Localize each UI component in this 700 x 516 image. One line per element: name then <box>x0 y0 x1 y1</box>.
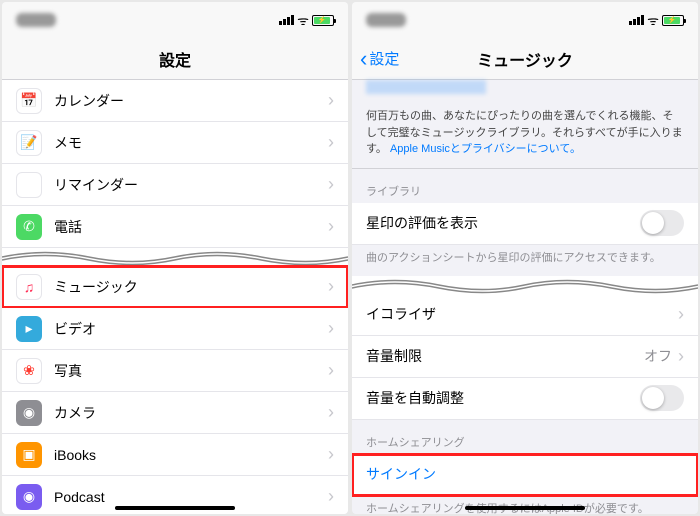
chevron-right-icon: › <box>328 174 334 195</box>
chevron-left-icon: ‹ <box>360 46 367 72</box>
row-label: イコライザ <box>366 304 678 324</box>
chevron-right-icon: › <box>328 318 334 339</box>
footer-text: 曲のアクションシートから星印の評価にアクセスできます。 <box>352 245 698 276</box>
row-label: 星印の評価を表示 <box>366 213 640 233</box>
battery-icon: ⚡ <box>662 15 684 26</box>
app-icon: 📝 <box>16 130 42 156</box>
row-label: 音量を自動調整 <box>366 388 640 408</box>
equalizer-row[interactable]: イコライザ › <box>352 294 698 336</box>
chevron-right-icon: › <box>328 90 334 111</box>
row-label: iBooks <box>54 447 328 463</box>
settings-row[interactable]: ≣ リマインダー › <box>2 164 348 206</box>
row-label: 写真 <box>54 361 328 381</box>
settings-row[interactable]: ♫ ミュージック › <box>2 266 348 308</box>
row-label: カレンダー <box>54 91 328 111</box>
signin-row[interactable]: サインイン <box>352 454 698 496</box>
header: 設定 <box>2 38 348 80</box>
app-icon: ❀ <box>16 358 42 384</box>
app-icon: ≣ <box>16 172 42 198</box>
torn-edge <box>2 248 348 266</box>
privacy-link[interactable]: Apple Musicとプライバシーについて。 <box>390 143 581 155</box>
settings-screen: ᯤ ⚡ 設定 📅 カレンダー › 📝 メモ › ≣ リマインダー › ✆ 電話 … <box>2 2 348 514</box>
status-right: ᯤ ⚡ <box>279 11 334 29</box>
row-label: ミュージック <box>54 277 328 297</box>
status-bar: ᯤ ⚡ <box>352 2 698 38</box>
row-label: リマインダー <box>54 175 328 195</box>
row-label: Podcast <box>54 489 328 505</box>
signal-icon <box>279 15 294 25</box>
torn-edge <box>352 276 698 294</box>
music-settings-screen: ᯤ ⚡ ‹ 設定 ミュージック 何百万もの曲、あなたにぴったりの曲を選んでくれる… <box>352 2 698 514</box>
star-rating-row[interactable]: 星印の評価を表示 <box>352 203 698 245</box>
chevron-right-icon: › <box>328 486 334 507</box>
app-icon: ◉ <box>16 400 42 426</box>
app-icon: 📅 <box>16 88 42 114</box>
row-label: 音量制限 <box>366 346 644 366</box>
settings-row[interactable]: 📅 カレンダー › <box>2 80 348 122</box>
settings-row[interactable]: ▸ ビデオ › <box>2 308 348 350</box>
app-icon: ▸ <box>16 316 42 342</box>
chevron-right-icon: › <box>678 346 684 367</box>
settings-row[interactable]: ✆ 電話 › <box>2 206 348 248</box>
header: ‹ 設定 ミュージック <box>352 38 698 80</box>
info-text: 何百万もの曲、あなたにぴったりの曲を選んでくれる機能、そして完璧なミュージックラ… <box>352 98 698 169</box>
chevron-right-icon: › <box>328 360 334 381</box>
signin-label: サインイン <box>366 464 684 484</box>
chevron-right-icon: › <box>328 276 334 297</box>
status-right: ᯤ ⚡ <box>629 11 684 29</box>
footer-text: ホームシェアリングを使用するにはApple IDが必要です。 <box>352 496 698 514</box>
time-blur <box>366 13 406 27</box>
chevron-right-icon: › <box>328 402 334 423</box>
wifi-icon: ᯤ <box>297 11 309 29</box>
settings-row[interactable]: ❀ 写真 › <box>2 350 348 392</box>
wifi-icon: ᯤ <box>647 11 659 29</box>
app-icon: ◉ <box>16 484 42 510</box>
toggle-switch[interactable] <box>640 210 684 236</box>
chevron-right-icon: › <box>328 216 334 237</box>
toggle-switch[interactable] <box>640 385 684 411</box>
settings-row[interactable]: ▣ iBooks › <box>2 434 348 476</box>
row-label: メモ <box>54 133 328 153</box>
page-title: 設定 <box>159 47 191 71</box>
volume-limit-row[interactable]: 音量制限 オフ › <box>352 336 698 378</box>
status-bar: ᯤ ⚡ <box>2 2 348 38</box>
row-label: 電話 <box>54 217 328 237</box>
row-label: ビデオ <box>54 319 328 339</box>
blurred-link <box>366 80 486 94</box>
settings-row[interactable]: 📝 メモ › <box>2 122 348 164</box>
row-value: オフ <box>644 346 672 366</box>
settings-row[interactable]: ◉ カメラ › <box>2 392 348 434</box>
signal-icon <box>629 15 644 25</box>
app-icon: ✆ <box>16 214 42 240</box>
section-header-homeshare: ホームシェアリング <box>352 420 698 454</box>
volume-auto-row[interactable]: 音量を自動調整 <box>352 378 698 420</box>
section-header-library: ライブラリ <box>352 169 698 203</box>
app-icon: ♫ <box>16 274 42 300</box>
app-icon: ▣ <box>16 442 42 468</box>
chevron-right-icon: › <box>678 304 684 325</box>
time-blur <box>16 13 56 27</box>
home-indicator <box>465 506 585 510</box>
battery-icon: ⚡ <box>312 15 334 26</box>
home-indicator <box>115 506 235 510</box>
chevron-right-icon: › <box>328 132 334 153</box>
back-button[interactable]: ‹ 設定 <box>360 46 399 72</box>
page-title: ミュージック <box>477 47 573 71</box>
chevron-right-icon: › <box>328 444 334 465</box>
back-label: 設定 <box>369 48 399 69</box>
row-label: カメラ <box>54 403 328 423</box>
